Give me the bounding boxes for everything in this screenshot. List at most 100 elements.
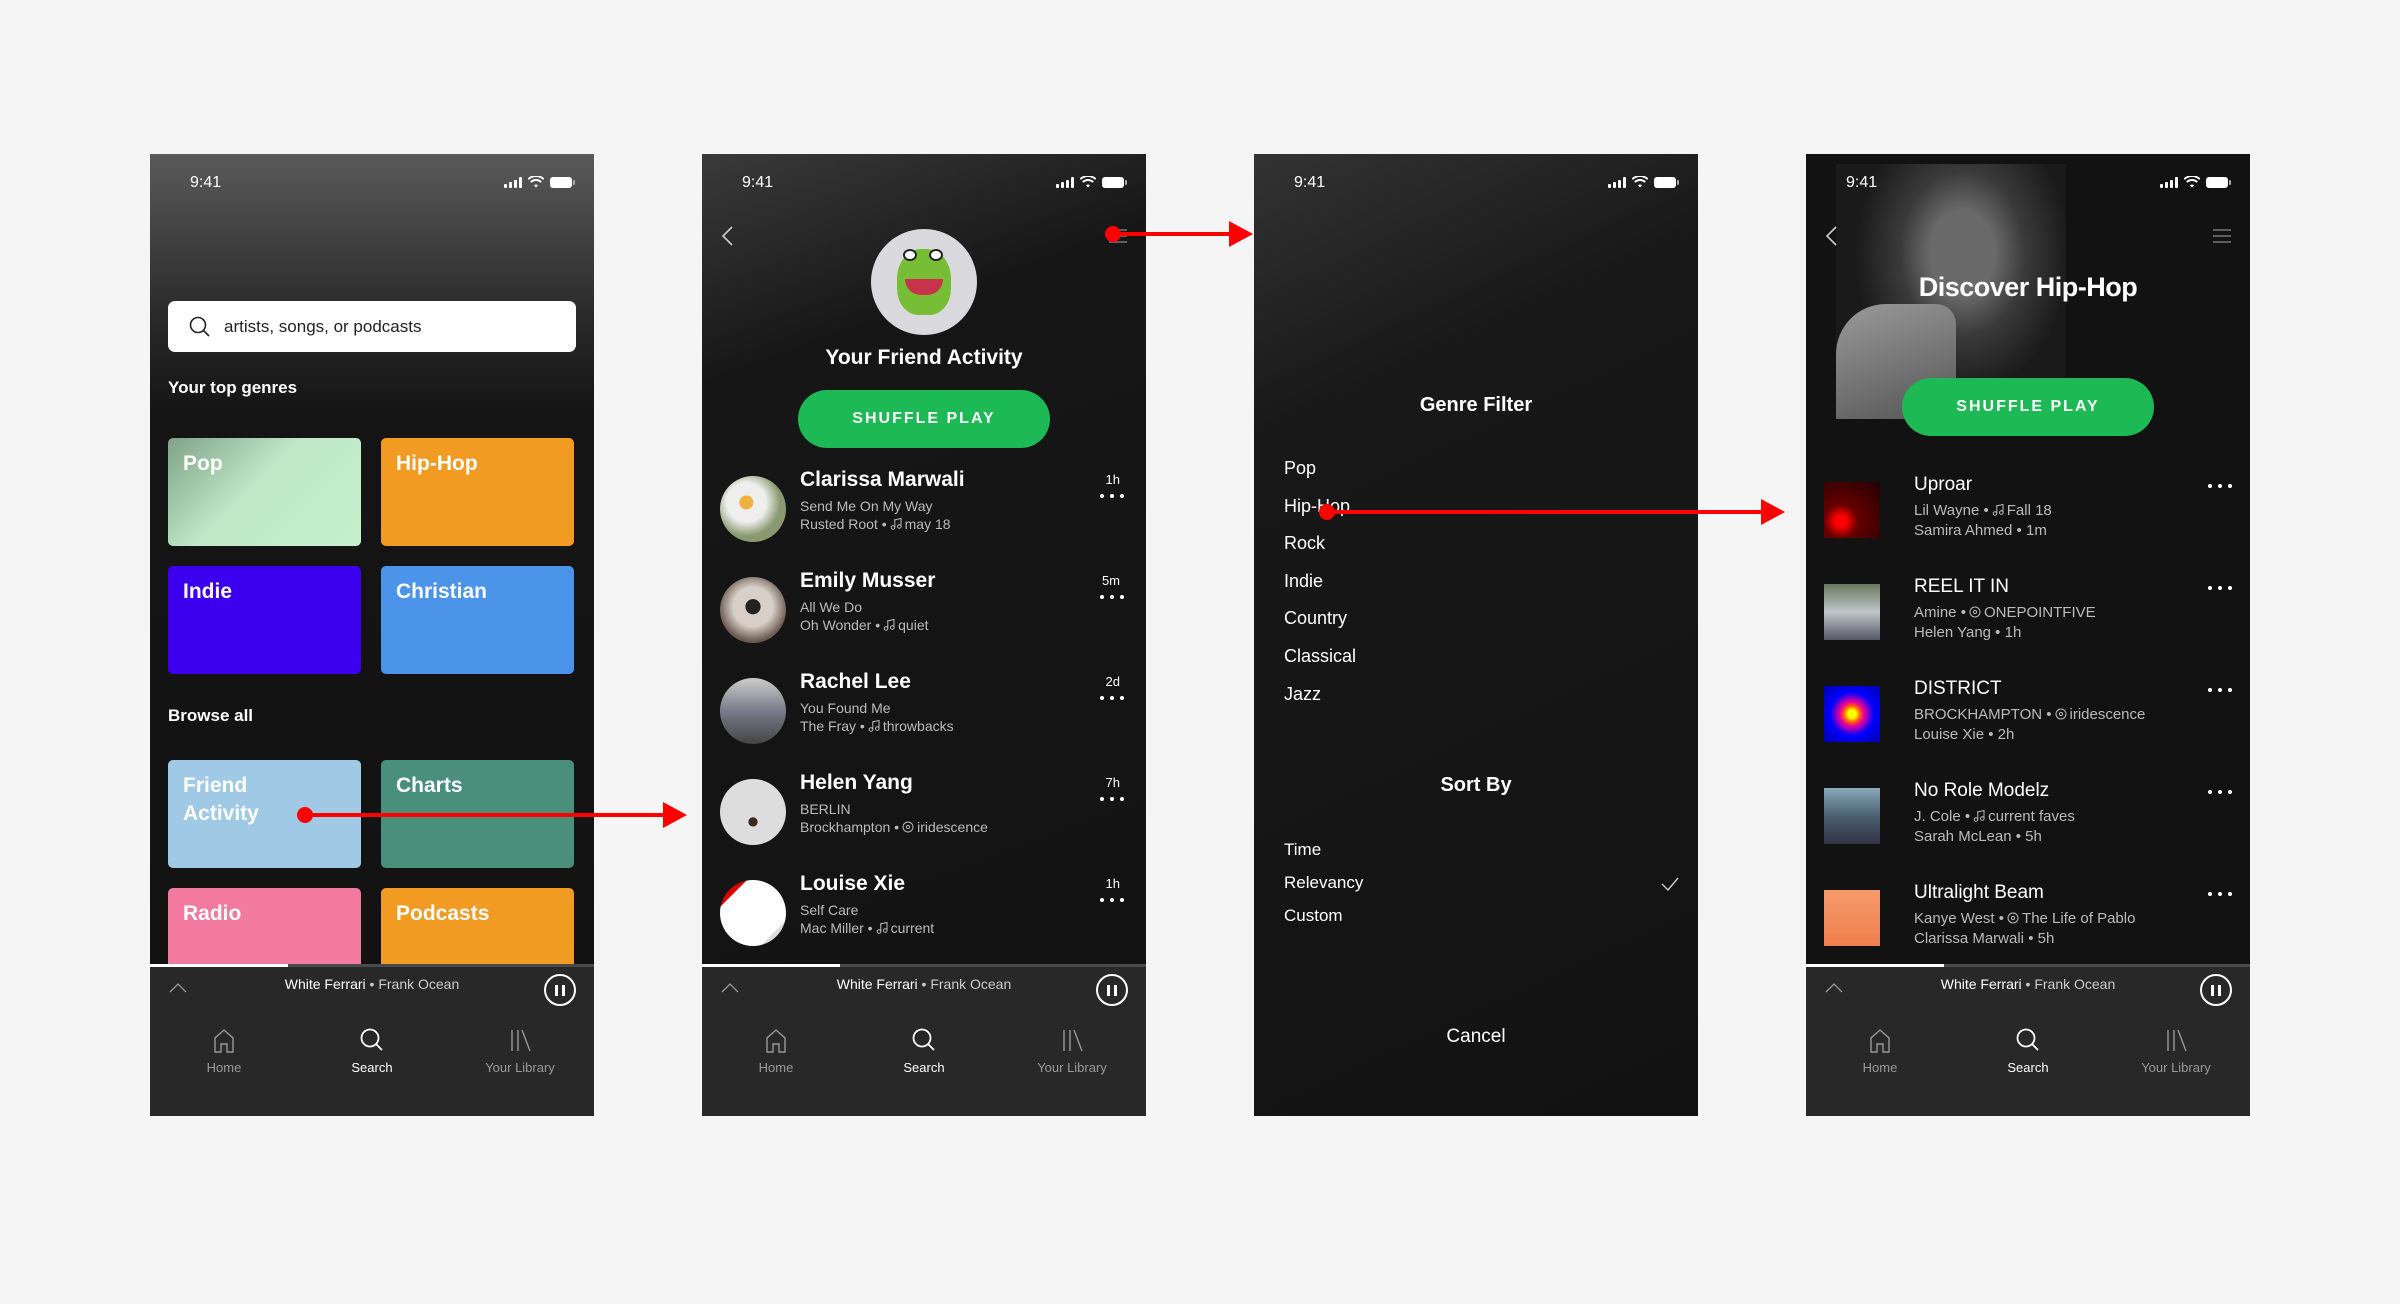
friend-activity-row[interactable]: Helen Yang BERLIN Brockhampton • iridesce… <box>720 771 1128 851</box>
home-icon <box>1870 1029 1890 1053</box>
playback-progress[interactable] <box>1806 964 2250 967</box>
friend-source: Rusted Root • may 18 <box>800 516 951 532</box>
genre-tile-christian[interactable]: Christian <box>381 566 574 674</box>
now-playing: White Ferrari • Frank Ocean <box>702 976 1146 992</box>
track-row[interactable]: No Role Modelz J. Cole • current faves Sa… <box>1824 780 2232 860</box>
more-options-icon[interactable] <box>1100 494 1124 500</box>
track-row[interactable]: Uproar Lil Wayne • Fall 18 Samira Ahmed •… <box>1824 474 2232 554</box>
nav-your-library[interactable]: Your Library <box>446 1026 594 1075</box>
wifi-icon <box>2184 176 2200 188</box>
playback-progress[interactable] <box>702 964 1146 967</box>
nav-label: Search <box>903 1060 945 1075</box>
home-icon <box>214 1029 234 1053</box>
friend-activity-row[interactable]: Rachel Lee You Found Me The Fray • throwb… <box>720 670 1128 750</box>
track-time: 1m <box>2025 522 2047 539</box>
nav-search[interactable]: Search <box>850 1026 998 1075</box>
nav-label: Home <box>1862 1060 1898 1075</box>
genre-tile-indie[interactable]: Indie <box>168 566 361 674</box>
tile-label: Indie <box>183 580 233 603</box>
menu-icon[interactable] <box>2210 224 2234 248</box>
playlist-icon <box>1973 809 1985 822</box>
friend-activity-row[interactable]: Louise Xie Self Care Mac Miller • current… <box>720 872 1128 952</box>
bottom-nav: Home Search Your Library <box>150 1026 594 1075</box>
genre-option[interactable]: Classical <box>1284 646 1356 667</box>
more-options-icon[interactable] <box>2208 586 2232 592</box>
phone-friend-activity-screen: 9:41 Your Friend Activity SHUFFLE PLAY C… <box>702 154 1146 1116</box>
shuffle-play-button[interactable]: SHUFFLE PLAY <box>1902 378 2154 436</box>
nav-label: Search <box>351 1060 393 1075</box>
track-friend-meta: Louise Xie • 2h <box>1914 726 2015 743</box>
back-icon[interactable] <box>718 224 738 248</box>
track-friend: Samira Ahmed <box>1914 522 2013 539</box>
track-row[interactable]: Ultralight Beam Kanye West • The Life of … <box>1824 882 2232 962</box>
more-options-icon[interactable] <box>2208 688 2232 694</box>
nav-home[interactable]: Home <box>702 1026 850 1075</box>
track-artist: BROCKHAMPTON <box>1914 706 2043 723</box>
more-options-icon[interactable] <box>2208 790 2232 796</box>
friend-activity-row[interactable]: Emily Musser All We Do Oh Wonder • quiet … <box>720 569 1128 649</box>
track-title: No Role Modelz <box>1914 780 2050 801</box>
sort-option[interactable]: Custom <box>1284 906 1343 926</box>
friend-track: BERLIN <box>800 801 851 817</box>
friend-track: All We Do <box>800 599 862 615</box>
nav-your-library[interactable]: Your Library <box>2102 1026 2250 1075</box>
status-bar: 9:41 <box>1254 154 1698 214</box>
album-icon <box>2007 912 2019 924</box>
pause-button[interactable] <box>1096 974 1128 1006</box>
nav-your-library[interactable]: Your Library <box>998 1026 1146 1075</box>
pause-button[interactable] <box>2200 974 2232 1006</box>
track-time: 5h <box>2025 828 2042 845</box>
tile-label: Charts <box>396 774 463 797</box>
friend-name: Helen Yang <box>800 771 913 794</box>
search-placeholder: artists, songs, or podcasts <box>224 316 422 336</box>
flow-arrow-friends-to-filter <box>1105 221 1253 247</box>
more-options-icon[interactable] <box>1100 595 1124 601</box>
genre-option[interactable]: Rock <box>1284 533 1325 554</box>
nav-search[interactable]: Search <box>298 1026 446 1075</box>
shuffle-play-button[interactable]: SHUFFLE PLAY <box>798 390 1050 448</box>
track-time: 1h <box>2004 624 2022 641</box>
genre-option[interactable]: Country <box>1284 608 1347 629</box>
mini-player[interactable]: White Ferrari • Frank Ocean Home Search … <box>702 964 1146 1116</box>
playlist-icon <box>883 618 895 631</box>
genre-option[interactable]: Jazz <box>1284 684 1321 705</box>
track-source-name: iridescence <box>2069 706 2146 723</box>
genre-option[interactable]: Indie <box>1284 571 1323 592</box>
sort-by-title: Sort By <box>1440 774 1512 796</box>
pause-button[interactable] <box>544 974 576 1006</box>
track-row[interactable]: REEL IT IN Amine • ONEPOINTFIVE Helen Yan… <box>1824 576 2232 656</box>
nav-search[interactable]: Search <box>1954 1026 2102 1075</box>
status-time: 9:41 <box>742 174 774 191</box>
track-source-name: current faves <box>1988 808 2075 825</box>
album-cover <box>1824 482 1880 538</box>
friend-avatar <box>720 880 786 946</box>
back-icon[interactable] <box>1822 224 1842 248</box>
flow-arrow-search-to-friends <box>297 802 687 828</box>
now-playing: White Ferrari • Frank Ocean <box>150 976 594 992</box>
track-friend: Louise Xie <box>1914 726 1985 743</box>
separator: • <box>917 976 931 992</box>
friend-activity-row[interactable]: Clarissa Marwali Send Me On My Way Ruste… <box>720 468 1128 548</box>
playback-progress[interactable] <box>150 964 594 967</box>
friend-time: 2d <box>1105 674 1120 689</box>
genre-tile-pop[interactable]: Pop <box>168 438 361 546</box>
track-friend-meta: Sarah McLean • 5h <box>1914 828 2042 845</box>
more-options-icon[interactable] <box>1100 898 1124 904</box>
genre-tile-hip-hop[interactable]: Hip-Hop <box>381 438 574 546</box>
nav-home[interactable]: Home <box>1806 1026 1954 1075</box>
mini-player[interactable]: White Ferrari • Frank Ocean Home Search … <box>150 964 594 1116</box>
more-options-icon[interactable] <box>2208 892 2232 898</box>
more-options-icon[interactable] <box>1100 797 1124 803</box>
cancel-button[interactable]: Cancel <box>1254 1026 1698 1048</box>
sort-option[interactable]: Relevancy <box>1284 873 1363 893</box>
track-row[interactable]: DISTRICT BROCKHAMPTON • iridescence Louis… <box>1824 678 2232 758</box>
more-options-icon[interactable] <box>1100 696 1124 702</box>
search-input[interactable]: artists, songs, or podcasts <box>168 301 576 352</box>
more-options-icon[interactable] <box>2208 484 2232 490</box>
signal-icon <box>1608 176 1626 188</box>
nav-home[interactable]: Home <box>150 1026 298 1075</box>
library-icon <box>2167 1029 2187 1052</box>
genre-option[interactable]: Pop <box>1284 458 1316 479</box>
sort-option[interactable]: Time <box>1284 840 1321 860</box>
mini-player[interactable]: White Ferrari • Frank Ocean Home Search … <box>1806 964 2250 1116</box>
